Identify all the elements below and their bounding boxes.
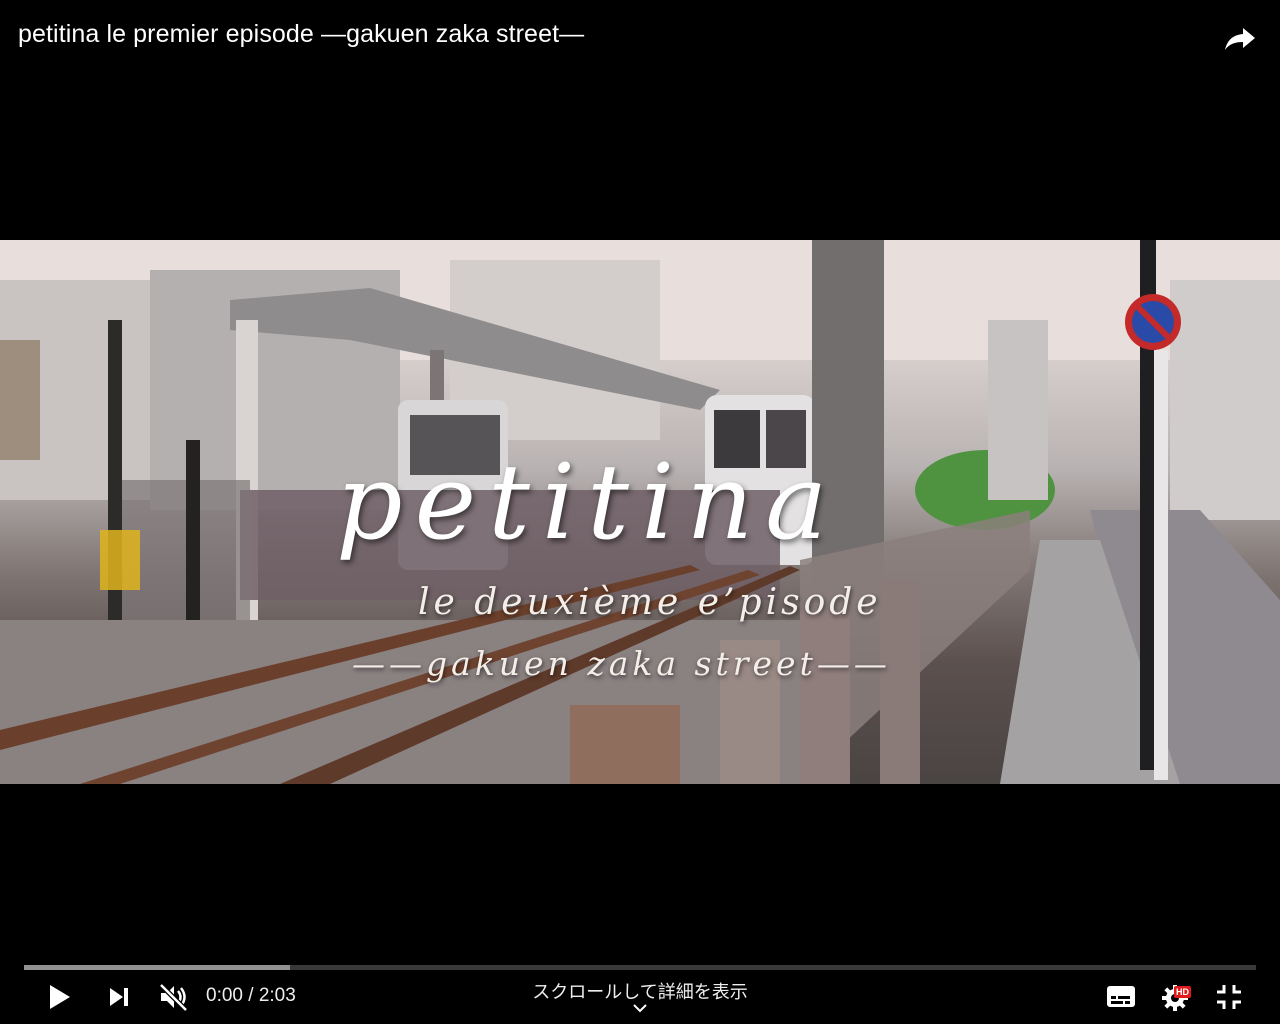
exit-fullscreen-icon: [1217, 985, 1241, 1009]
video-title-overlay: petitina le deuxième e’pisode ——gakuen z…: [0, 240, 1280, 784]
video-frame[interactable]: petitina le deuxième e’pisode ——gakuen z…: [0, 240, 1280, 784]
progress-loaded: [24, 965, 291, 970]
subtitles-button[interactable]: [1104, 982, 1138, 1012]
share-arrow-icon: [1225, 28, 1255, 50]
overlay-title: petitina: [336, 441, 840, 563]
overlay-tagline: ——gakuen zaka street——: [352, 644, 891, 683]
chevron-down-icon: [633, 1004, 647, 1013]
video-title[interactable]: petitina le premier episode —gakuen zaka…: [18, 20, 584, 49]
progress-bar[interactable]: [24, 965, 1256, 970]
scroll-hint-chevron[interactable]: [630, 1000, 650, 1016]
hd-badge: HD: [1174, 986, 1191, 998]
overlay-subtitle: le deuxième e’pisode: [418, 582, 882, 623]
share-button[interactable]: [1222, 20, 1258, 56]
subtitles-icon: [1107, 986, 1135, 1007]
exit-fullscreen-button[interactable]: [1214, 982, 1244, 1012]
top-bar: petitina le premier episode —gakuen zaka…: [0, 0, 1280, 72]
